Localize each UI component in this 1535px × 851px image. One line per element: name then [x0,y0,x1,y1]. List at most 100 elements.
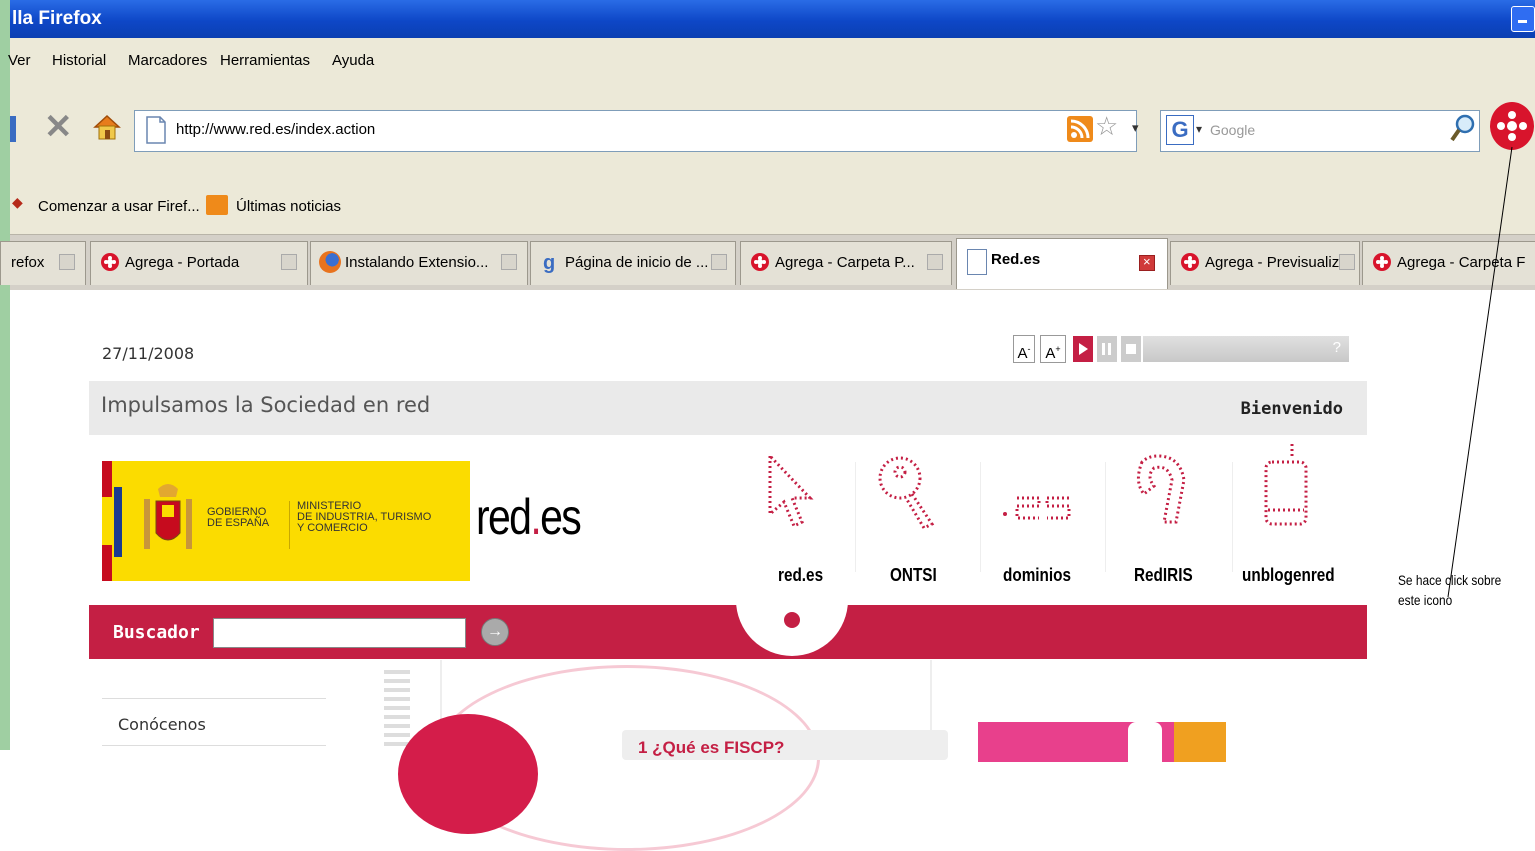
audio-progress-bar[interactable]: ? [1143,336,1349,362]
sidebar-divider [102,698,326,699]
eu-stripe [114,487,122,557]
menu-marcadores[interactable]: Marcadores [128,52,207,69]
es-domain-icon[interactable] [995,470,1085,530]
coat-of-arms-icon [138,481,198,561]
tab-close-icon[interactable] [711,254,727,270]
flag-stripe [102,461,112,581]
tab-label: Página de inicio de ... [565,254,709,271]
slogan-text: Impulsamos la Sociedad en red [101,393,431,417]
banner[interactable] [978,722,1226,762]
tab-close-icon[interactable] [1139,241,1155,283]
tab-agrega-previsualiz[interactable]: Agrega - Previsualiz... [1170,241,1360,285]
decorative-circle [398,714,538,834]
window-titlebar: lla Firefox [10,0,1535,38]
agrega-extension-icon[interactable] [1490,102,1534,150]
nav-ontsi[interactable]: ONTSI [890,565,937,586]
tab-agrega-portada[interactable]: Agrega - Portada [90,241,308,285]
tab-agrega-carpeta[interactable]: Agrega - Carpeta P... [740,241,952,285]
nav-selector-dot [784,612,800,628]
menu-ayuda[interactable]: Ayuda [332,52,374,69]
rss-icon[interactable] [1067,116,1093,142]
engine-dropdown-icon[interactable]: ▾ [1196,122,1202,136]
scroll-track [384,670,410,750]
play-button[interactable] [1073,336,1093,362]
magnifier-icon[interactable] [872,450,942,540]
tab-label: Instalando Extensio... [345,254,489,271]
stop-icon[interactable]: ✕ [44,108,73,146]
firefox-icon [319,251,341,273]
tab-firefox[interactable]: refox [0,241,86,285]
search-placeholder: Google [1210,122,1256,138]
bookmark-latest-news[interactable]: Últimas noticias [236,198,341,215]
logo-dot: . [530,489,541,545]
logo-red-text: red [476,489,532,545]
menu-ver[interactable]: Ver [8,52,31,69]
tab-close-icon[interactable] [281,254,297,270]
banner-orange-block [1174,722,1226,762]
search-label: Buscador [113,622,200,643]
page-icon [144,115,168,145]
page-date: 27/11/2008 [102,344,195,363]
font-larger-label: A [1045,345,1056,362]
tab-close-icon[interactable] [59,254,75,270]
bookmark-dropdown-icon[interactable]: ▾ [1132,120,1139,136]
tab-label: Agrega - Previsualiz... [1205,254,1352,271]
star-icon[interactable]: ☆ [1095,111,1118,142]
nav-red-es[interactable]: red.es [778,565,823,586]
home-icon[interactable] [92,112,122,142]
logo-divider [289,501,290,549]
nav-rediris[interactable]: RedIRIS [1134,565,1193,586]
ministry-name-line3: Y COMERCIO [297,522,368,534]
nav-divider [1105,462,1106,572]
window-title: lla Firefox [12,8,102,29]
tab-close-icon[interactable] [1339,254,1355,270]
nav-divider [980,462,981,572]
tab-red-es[interactable]: Red.es [956,238,1168,289]
sidebar-divider [102,745,326,746]
google-engine-icon[interactable]: G [1166,115,1194,145]
welcome-text: Bienvenido [1240,399,1343,419]
content-divider [930,660,932,750]
tab-google-home[interactable]: g Página de inicio de ... [530,241,736,285]
agrega-icon [1373,253,1391,271]
nav-divider [855,462,856,572]
pause-button[interactable] [1097,336,1117,362]
page-icon [967,249,987,275]
site-search-input[interactable] [213,618,466,648]
left-decor-bar [0,0,10,750]
tab-close-icon[interactable] [927,254,943,270]
tab-instalando-extension[interactable]: Instalando Extensio... [310,241,528,285]
rediris-icon[interactable] [1124,452,1194,542]
agrega-icon [1181,253,1199,271]
font-smaller-button[interactable]: A- [1013,335,1035,363]
sidebar-item-conocenos[interactable]: Conócenos [118,715,206,734]
annotation-line1: Se hace click sobre [1398,572,1502,588]
nav-dominios[interactable]: dominios [1003,565,1071,586]
government-name: GOBIERNO DE ESPAÑA [207,507,269,529]
stop-button[interactable] [1121,336,1141,362]
font-larger-button[interactable]: A+ [1040,335,1066,363]
annotation-line2: este icono [1398,592,1453,608]
bookmark-getting-started[interactable]: Comenzar a usar Firef... [38,198,200,215]
search-bar[interactable] [1160,110,1480,152]
minimize-button[interactable] [1511,6,1535,32]
menu-herramientas[interactable]: Herramientas [220,52,310,69]
annotation-text: Se hace click sobre este icono [1398,570,1501,610]
reload-icon[interactable] [10,116,16,142]
red-es-logo[interactable]: red.es [476,488,582,546]
help-icon[interactable]: ? [1333,339,1341,356]
mobile-phone-icon[interactable] [1258,440,1328,530]
agrega-icon [751,253,769,271]
cursor-icon[interactable] [760,452,830,542]
search-icon[interactable] [1450,113,1476,143]
news-heading[interactable]: 1 ¿Qué es FISCP? [638,738,784,758]
google-icon: g [543,252,556,274]
menu-historial[interactable]: Historial [52,52,106,69]
url-text: http://www.red.es/index.action [176,121,376,138]
tab-close-icon[interactable] [501,254,517,270]
nav-unblogenred[interactable]: unblogenred [1242,565,1335,586]
search-go-arrow-icon[interactable]: → [481,618,509,646]
font-smaller-label: A [1017,345,1028,362]
slogan-band: Impulsamos la Sociedad en red Bienvenido [89,381,1367,435]
bookmark-icon: ◆ [12,194,23,210]
